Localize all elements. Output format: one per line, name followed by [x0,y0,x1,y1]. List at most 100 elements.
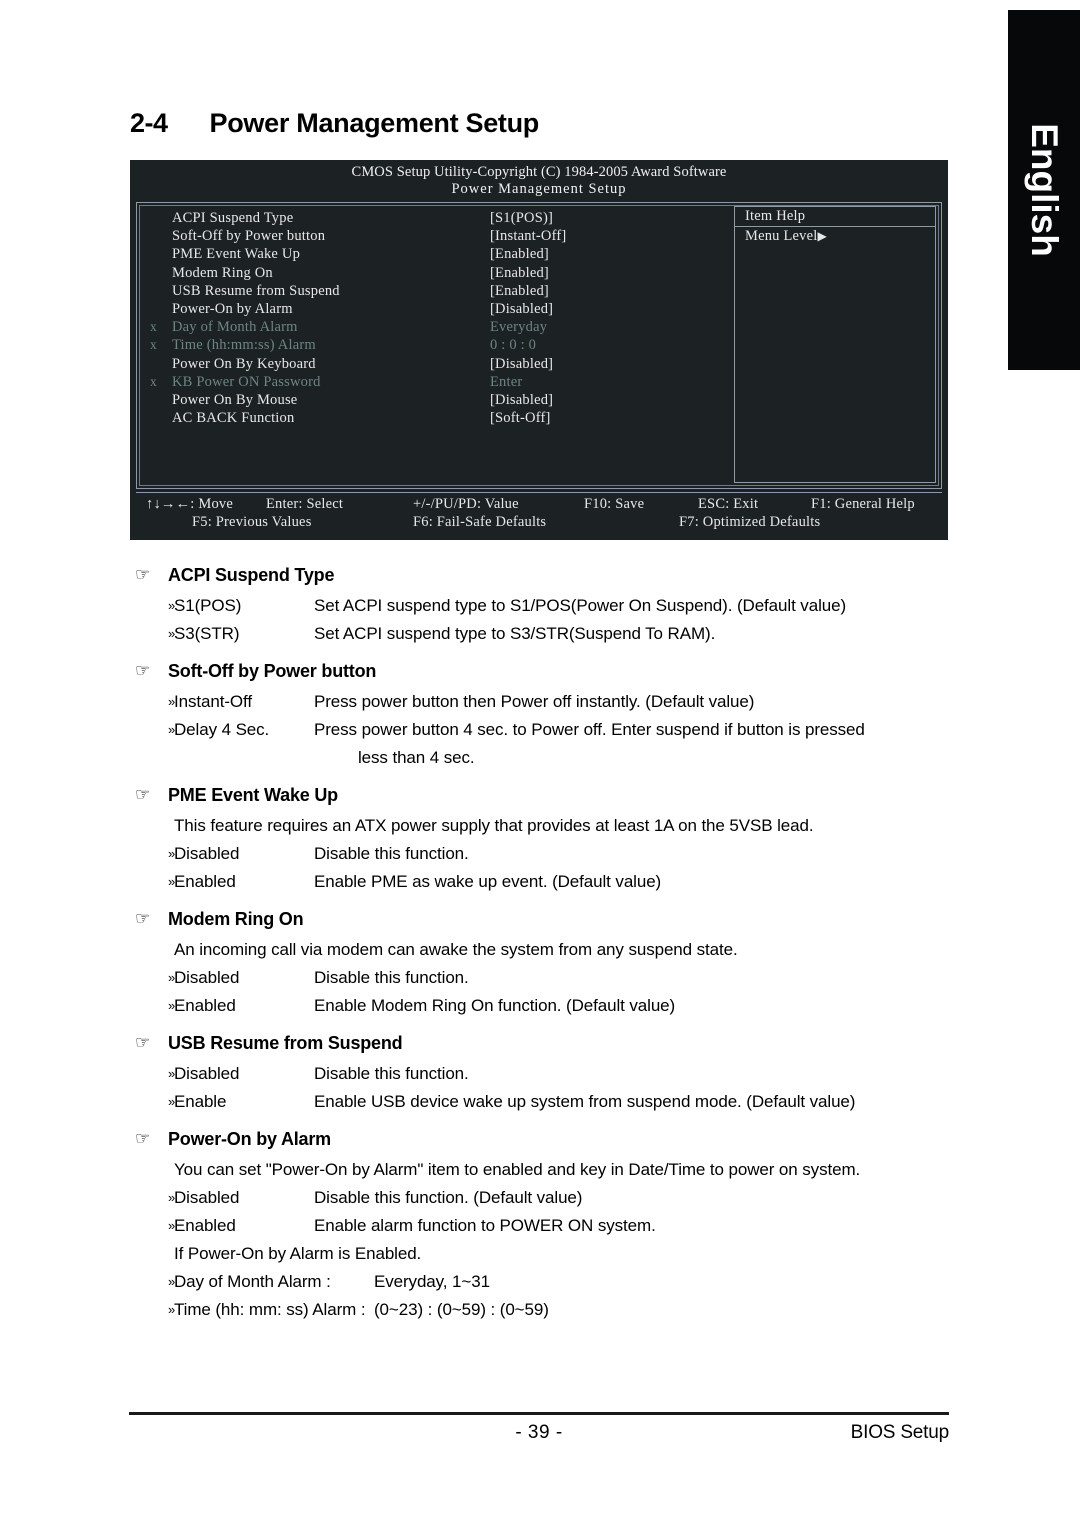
option-name: Time (hh: mm: ss) Alarm : [174,1300,366,1319]
bios-option-row[interactable]: x KB Power ON Password Enter [140,373,720,391]
option-description: Disable this function. [314,844,469,863]
bios-key-hint: Enter: Select [266,496,344,512]
bios-option-value[interactable]: Everyday [490,318,547,336]
bios-option-label: Power-On by Alarm [172,300,293,317]
bios-option-disabled-marker: x [150,337,157,353]
bios-option-value[interactable]: 0 : 0 : 0 [490,336,536,354]
setting-note: You can set "Power-On by Alarm" item to … [174,1160,861,1179]
option-description: Disable this function. [314,1064,469,1083]
setting-section: ☞ Modem Ring On An incoming call via modem… [130,902,950,1020]
option-description-line: » Enabled Enable Modem Ring On function. (… [130,992,950,1020]
option-name: Enabled [174,872,236,891]
bios-option-row[interactable]: Soft-Off by Power button [Instant-Off] [140,227,720,245]
bios-key-legend-row-2: F5: Previous Values F6: Fail-Safe Default… [136,513,942,531]
setting-heading: ☞ Soft-Off by Power button [130,654,950,688]
setting-heading-label: ACPI Suspend Type [168,565,335,585]
option-description: Set ACPI suspend type to S3/STR(Suspend … [314,624,716,643]
bios-option-row[interactable]: AC BACK Function [Soft-Off] [140,409,720,427]
bios-key-hint: F5: Previous Values [192,514,312,530]
bios-option-value[interactable]: [S1(POS)] [490,209,553,227]
option-name: Enabled [174,1216,236,1235]
double-chevron-icon: » [168,1190,176,1205]
bios-option-value[interactable]: [Enabled] [490,264,549,282]
option-description-line: » Enable Enable USB device wake up system … [130,1088,950,1116]
pointing-hand-icon: ☞ [135,661,151,680]
setting-section: ☞ Soft-Off by Power button » Instant-Off Pre… [130,654,950,772]
option-description: Enable alarm function to POWER ON system… [314,1216,656,1235]
bios-option-row[interactable]: ACPI Suspend Type [S1(POS)] [140,209,720,227]
bios-option-row[interactable]: x Day of Month Alarm Everyday [140,318,720,336]
double-chevron-icon: » [168,1094,176,1109]
bios-option-label: Modem Ring On [172,264,273,281]
setting-note: An incoming call via modem can awake the… [174,940,738,959]
menu-level-row: Menu Level▶ [735,227,935,246]
bios-option-label: Time (hh:mm:ss) Alarm [172,337,316,354]
bios-option-value[interactable]: [Disabled] [490,355,553,373]
bios-option-value[interactable]: [Disabled] [490,300,553,318]
option-description-line: » Disabled Disable this function. [130,840,950,868]
setting-section: ☞ Power-On by Alarm You can set "Power-On … [130,1122,950,1324]
bios-key-hint: F10: Save [584,496,645,512]
double-chevron-icon: » [168,846,176,861]
menu-level-arrow-icon: ▶ [817,229,827,243]
option-description: Press power button 4 sec. to Power off. … [314,720,865,739]
bios-option-label: KB Power ON Password [172,373,321,390]
setting-heading-label: USB Resume from Suspend [168,1033,403,1053]
bios-option-list: ACPI Suspend Type [S1(POS)] Soft-Off by Po… [140,209,720,427]
setting-heading: ☞ ACPI Suspend Type [130,558,950,592]
option-name: Disabled [174,1064,240,1083]
bios-option-label: Day of Month Alarm [172,319,298,336]
bios-option-value[interactable]: Enter [490,373,522,391]
double-chevron-icon: » [168,722,176,737]
bios-option-row[interactable]: USB Resume from Suspend [Enabled] [140,282,720,300]
option-name: Disabled [174,1188,240,1207]
bios-option-label: Power On By Mouse [172,391,298,408]
double-chevron-icon: » [168,874,176,889]
bios-option-row[interactable]: PME Event Wake Up [Enabled] [140,245,720,263]
bios-option-row[interactable]: Modem Ring On [Enabled] [140,264,720,282]
bios-key-hint: F1: General Help [811,496,915,512]
option-name: Disabled [174,968,240,987]
option-description: (0~23) : (0~59) : (0~59) [374,1300,549,1319]
bios-option-value[interactable]: [Enabled] [490,245,549,263]
bios-option-value[interactable]: [Enabled] [490,282,549,300]
bios-option-value[interactable]: [Instant-Off] [490,227,566,245]
bios-option-row[interactable]: Power-On by Alarm [Disabled] [140,300,720,318]
bios-option-label: AC BACK Function [172,410,295,427]
bios-key-hint: ESC: Exit [698,496,759,512]
language-tab-label: English [1024,123,1065,257]
bios-option-row[interactable]: Power On By Mouse [Disabled] [140,391,720,409]
language-tab: English [1008,10,1080,370]
bios-key-hint: +/-/PU/PD: Value [413,496,519,512]
option-name: Enabled [174,996,236,1015]
double-chevron-icon: » [168,626,176,641]
double-chevron-icon: » [168,598,176,613]
bios-option-row[interactable]: Power On By Keyboard [Disabled] [140,355,720,373]
option-description-line: » S1(POS) Set ACPI suspend type to S1/POS(… [130,592,950,620]
option-description-line: » Disabled Disable this function. [130,1060,950,1088]
option-name: Day of Month Alarm : [174,1272,331,1291]
setting-note-secondary: If Power-On by Alarm is Enabled. [174,1244,422,1263]
bios-key-hint: F6: Fail-Safe Defaults [413,514,547,530]
option-name: Instant-Off [174,692,252,711]
option-description: Enable Modem Ring On function. (Default … [314,996,676,1015]
option-description-line: » Disabled Disable this function. [130,964,950,992]
footer-divider [129,1412,949,1415]
option-name: S3(STR) [174,624,240,643]
description-content: ☞ ACPI Suspend Type» S1(POS) Set ACPI suspe… [130,558,950,1330]
setting-heading: ☞ USB Resume from Suspend [130,1026,950,1060]
bios-option-value[interactable]: [Disabled] [490,391,553,409]
bios-key-legend-row-1: ↑↓→←: Move Enter: Select +/-/PU/PD: Value F… [136,495,942,513]
bios-option-row[interactable]: x Time (hh:mm:ss) Alarm 0 : 0 : 0 [140,336,720,354]
bios-screen-subtitle: Power Management Setup [451,181,627,197]
bios-option-value[interactable]: [Soft-Off] [490,409,551,427]
bios-key-hint: ↑↓→←: Move [146,496,233,512]
option-description: Disable this function. [314,968,469,987]
setting-heading-label: Modem Ring On [168,909,304,929]
item-help-panel: Item Help Menu Level▶ [734,206,936,483]
setting-heading-label: PME Event Wake Up [168,785,338,805]
bios-option-label: ACPI Suspend Type [172,210,294,226]
option-description-line: » Time (hh: mm: ss) Alarm : (0~23) : (0~59… [130,1296,950,1324]
double-chevron-icon: » [168,1066,176,1081]
option-description-line: » Day of Month Alarm : Everyday, 1~31 [130,1268,950,1296]
